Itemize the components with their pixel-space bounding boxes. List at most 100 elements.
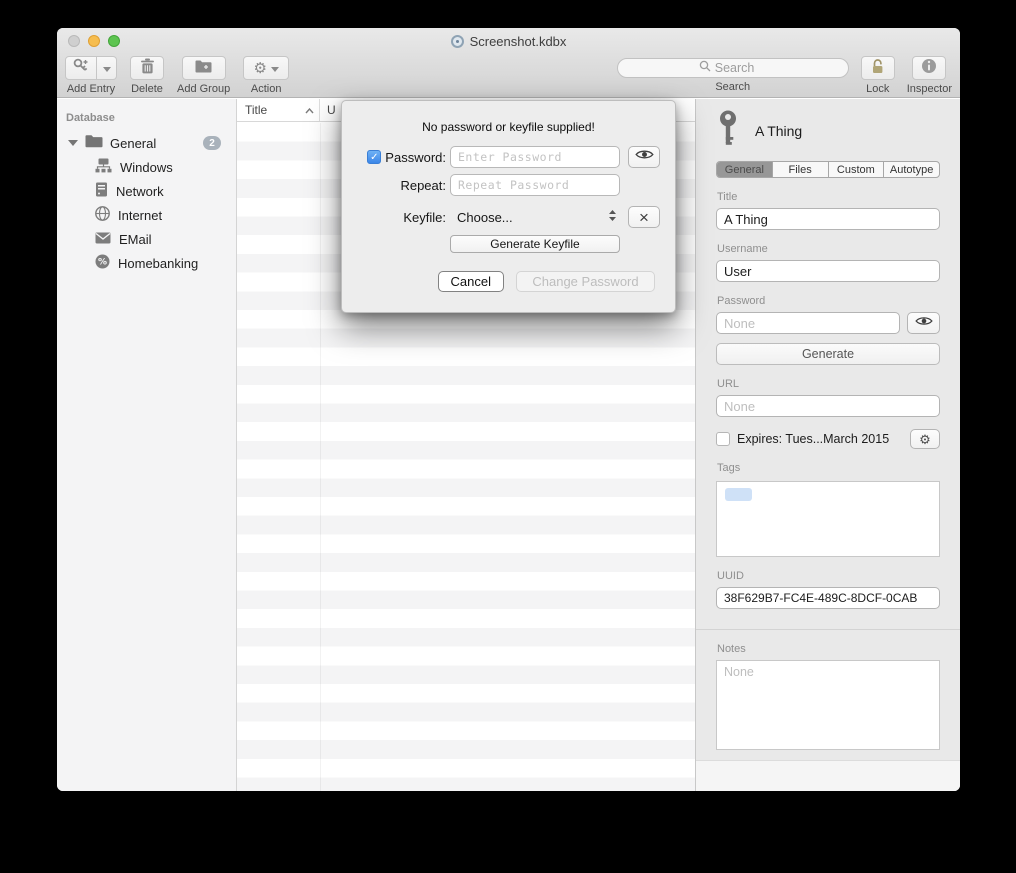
info-icon — [921, 58, 937, 79]
tags-field[interactable] — [716, 481, 940, 557]
sidebar-section-header: Database — [66, 112, 236, 124]
key-plus-icon — [73, 58, 89, 79]
sidebar-item-windows[interactable]: Windows — [57, 155, 236, 179]
tab-autotype[interactable]: Autotype — [883, 162, 939, 177]
username-label: Username — [717, 243, 940, 255]
keyfile-popup-value: Choose... — [457, 210, 513, 225]
change-password-button[interactable]: Change Password — [516, 271, 655, 292]
reveal-dialog-password-button[interactable] — [628, 146, 660, 168]
globe-icon — [95, 206, 110, 224]
stepper-icon — [608, 209, 617, 225]
notes-label: Notes — [717, 643, 940, 655]
server-icon — [95, 182, 108, 200]
uuid-label: UUID — [717, 570, 940, 582]
sidebar-item-internet[interactable]: Internet — [57, 203, 236, 227]
sidebar-item-label: Network — [116, 184, 164, 199]
change-password-dialog: No password or keyfile supplied! ✓ Passw… — [341, 100, 676, 313]
inspector-panel: A Thing General Files Custom Autotype Ti… — [695, 99, 960, 791]
column-divider — [320, 123, 321, 791]
sort-ascending-icon — [305, 103, 314, 117]
key-icon — [718, 110, 738, 153]
add-group-button[interactable] — [182, 56, 226, 80]
search-field[interactable] — [617, 58, 849, 78]
generate-keyfile-button[interactable]: Generate Keyfile — [450, 235, 620, 253]
clear-keyfile-button[interactable]: × — [628, 206, 660, 228]
close-button[interactable] — [68, 35, 80, 47]
enter-password-input[interactable] — [450, 146, 620, 168]
inspector-button[interactable] — [912, 56, 946, 80]
tags-label: Tags — [717, 462, 940, 474]
cancel-button[interactable]: Cancel — [438, 271, 504, 292]
window-title: Screenshot.kdbx — [470, 34, 567, 49]
inspector-footer — [696, 760, 960, 791]
folder-icon — [85, 134, 103, 153]
uuid-field[interactable] — [716, 587, 940, 609]
expires-checkbox[interactable] — [716, 432, 730, 446]
dialog-keyfile-label: Keyfile: — [403, 210, 446, 225]
keyfile-popup[interactable]: Choose... — [450, 206, 620, 228]
column-header-username[interactable]: U — [320, 103, 336, 117]
reveal-password-button[interactable] — [907, 312, 940, 334]
percent-circle-icon: % — [95, 254, 110, 272]
tab-files[interactable]: Files — [772, 162, 828, 177]
entry-count-badge: 2 — [203, 136, 221, 150]
add-entry-button[interactable] — [65, 56, 97, 80]
expires-label: Expires: Tues...March 2015 — [737, 432, 903, 446]
tab-custom[interactable]: Custom — [828, 162, 884, 177]
sidebar: Database General 2 Windows Network — [57, 99, 237, 791]
add-group-label: Add Group — [177, 83, 230, 95]
action-button[interactable]: ⚙ — [243, 56, 289, 80]
add-entry-dropdown-button[interactable] — [97, 56, 117, 80]
traffic-lights — [68, 35, 120, 47]
dialog-message: No password or keyfile supplied! — [342, 120, 675, 134]
sidebar-group-general[interactable]: General 2 — [57, 131, 236, 155]
title-field[interactable] — [716, 208, 940, 230]
username-field[interactable] — [716, 260, 940, 282]
windows-network-icon — [95, 158, 112, 176]
lock-label: Lock — [866, 83, 889, 95]
zoom-button[interactable] — [108, 35, 120, 47]
window-chrome: Screenshot.kdbx Add Ent — [57, 28, 960, 98]
sidebar-item-label: Internet — [118, 208, 162, 223]
sidebar-item-label: EMail — [119, 232, 152, 247]
search-icon — [699, 59, 711, 77]
repeat-password-input[interactable] — [450, 174, 620, 196]
tag-chip[interactable] — [725, 488, 752, 501]
sidebar-item-label: Windows — [120, 160, 173, 175]
minimize-button[interactable] — [88, 35, 100, 47]
sidebar-group-label: General — [110, 136, 156, 151]
sidebar-item-network[interactable]: Network — [57, 179, 236, 203]
disclosure-triangle-icon[interactable] — [68, 140, 78, 146]
tab-general[interactable]: General — [717, 162, 772, 177]
trash-icon — [140, 58, 155, 79]
eye-icon — [635, 148, 654, 166]
divider — [696, 629, 960, 630]
gear-icon: ⚙ — [253, 61, 266, 76]
password-checkbox[interactable]: ✓ — [367, 150, 381, 164]
search-input[interactable] — [715, 61, 767, 75]
column-header-title[interactable]: Title — [237, 99, 320, 121]
entry-title: A Thing — [755, 123, 802, 139]
inspector-tabs: General Files Custom Autotype — [716, 161, 940, 178]
lock-button[interactable] — [861, 56, 895, 80]
toolbar: Add Entry Delete Add Group — [57, 54, 960, 95]
close-x-icon: × — [639, 209, 649, 226]
dialog-password-label: Password: — [385, 150, 446, 165]
notes-field[interactable] — [716, 660, 940, 750]
dialog-repeat-label: Repeat: — [400, 178, 446, 193]
check-icon: ✓ — [370, 152, 378, 163]
chevron-down-icon — [103, 59, 111, 77]
sidebar-item-homebanking[interactable]: % Homebanking — [57, 251, 236, 275]
search-label: Search — [715, 81, 750, 93]
titlebar[interactable]: Screenshot.kdbx — [57, 28, 960, 54]
sidebar-item-email[interactable]: EMail — [57, 227, 236, 251]
chevron-down-icon — [271, 59, 279, 77]
svg-text:%: % — [98, 258, 107, 268]
expires-options-button[interactable]: ⚙ — [910, 429, 940, 449]
delete-button[interactable] — [130, 56, 164, 80]
generate-password-button[interactable]: Generate — [716, 343, 940, 365]
app-window: Screenshot.kdbx Add Ent — [57, 28, 960, 791]
url-field[interactable] — [716, 395, 940, 417]
password-field[interactable] — [716, 312, 900, 334]
password-label: Password — [717, 295, 940, 307]
